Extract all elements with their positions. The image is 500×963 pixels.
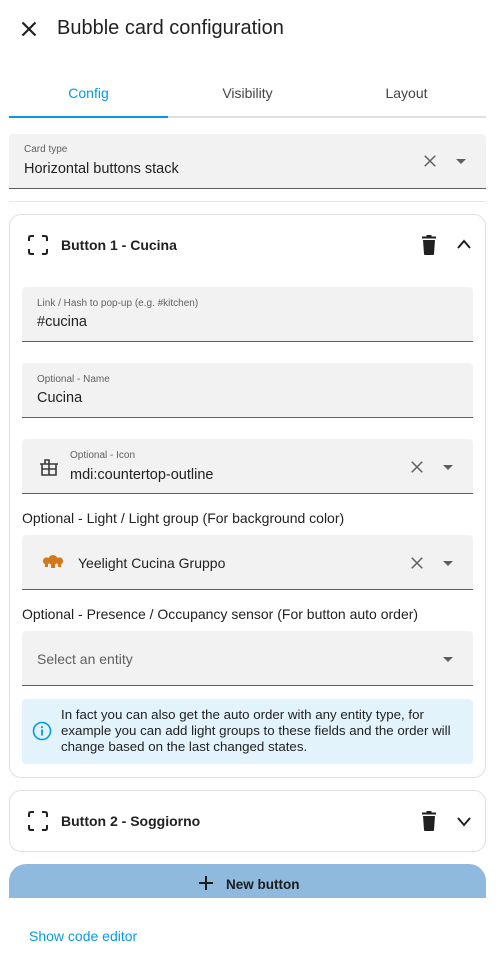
info-icon xyxy=(32,721,52,741)
light-entity-value: Yeelight Cucina Gruppo xyxy=(78,555,226,571)
icon-value: mdi:countertop-outline xyxy=(70,467,214,483)
clear-icon[interactable] xyxy=(421,152,439,170)
link-hash-label: Link / Hash to pop-up (e.g. #kitchen) xyxy=(37,298,199,309)
card-type-value: Horizontal buttons stack xyxy=(24,161,179,177)
active-tab-indicator xyxy=(9,116,168,118)
tab-config[interactable]: Config xyxy=(9,72,168,116)
name-label: Optional - Name xyxy=(37,374,110,385)
presence-section-label: Optional - Presence / Occupancy sensor (… xyxy=(22,606,419,622)
chevron-down-icon[interactable] xyxy=(456,815,472,827)
dialog-title: Bubble card configuration xyxy=(57,17,284,39)
name-value: Cucina xyxy=(37,390,83,406)
card-type-label: Card type xyxy=(24,144,68,155)
link-hash-field[interactable]: Link / Hash to pop-up (e.g. #kitchen) #c… xyxy=(22,287,473,342)
dropdown-arrow-icon[interactable] xyxy=(443,657,453,662)
divider xyxy=(9,201,486,202)
button-1-title: Button 1 - Cucina xyxy=(61,237,177,253)
countertop-outline-icon xyxy=(40,459,58,476)
show-code-editor-link[interactable]: Show code editor xyxy=(29,928,137,944)
presence-entity-select[interactable]: Select an entity xyxy=(22,631,473,686)
plus-icon xyxy=(199,876,213,890)
delete-icon[interactable] xyxy=(421,235,437,255)
dialog-header: Bubble card configuration xyxy=(0,0,500,60)
dropdown-arrow-icon[interactable] xyxy=(443,561,453,566)
light-entity-select[interactable]: Yeelight Cucina Gruppo xyxy=(22,535,473,590)
info-alert: In fact you can also get the auto order … xyxy=(22,699,473,764)
icon-picker-field[interactable]: Optional - Icon mdi:countertop-outline xyxy=(22,439,473,494)
clear-icon[interactable] xyxy=(408,458,426,476)
name-field[interactable]: Optional - Name Cucina xyxy=(22,363,473,418)
button-2-title: Button 2 - Soggiorno xyxy=(61,813,201,829)
info-text: In fact you can also get the auto order … xyxy=(61,707,451,754)
button-frame-icon xyxy=(28,235,48,255)
dropdown-arrow-icon[interactable] xyxy=(456,159,466,164)
delete-icon[interactable] xyxy=(421,811,437,831)
presence-placeholder: Select an entity xyxy=(37,651,133,667)
button-frame-icon xyxy=(28,811,48,831)
link-hash-value: #cucina xyxy=(37,314,87,330)
tab-bar: Config Visibility Layout xyxy=(9,72,486,118)
dropdown-arrow-icon[interactable] xyxy=(443,465,453,470)
card-type-select[interactable]: Card type Horizontal buttons stack xyxy=(9,134,486,189)
chevron-up-icon[interactable] xyxy=(456,238,472,250)
light-section-label: Optional - Light / Light group (For back… xyxy=(22,510,345,526)
clear-icon[interactable] xyxy=(408,554,426,572)
close-icon[interactable] xyxy=(16,16,42,42)
light-group-icon xyxy=(42,555,64,568)
tab-layout[interactable]: Layout xyxy=(327,72,486,116)
new-button[interactable]: New button xyxy=(9,864,486,898)
new-button-label: New button xyxy=(226,877,300,892)
tab-visibility[interactable]: Visibility xyxy=(168,72,327,116)
icon-label: Optional - Icon xyxy=(70,450,136,461)
